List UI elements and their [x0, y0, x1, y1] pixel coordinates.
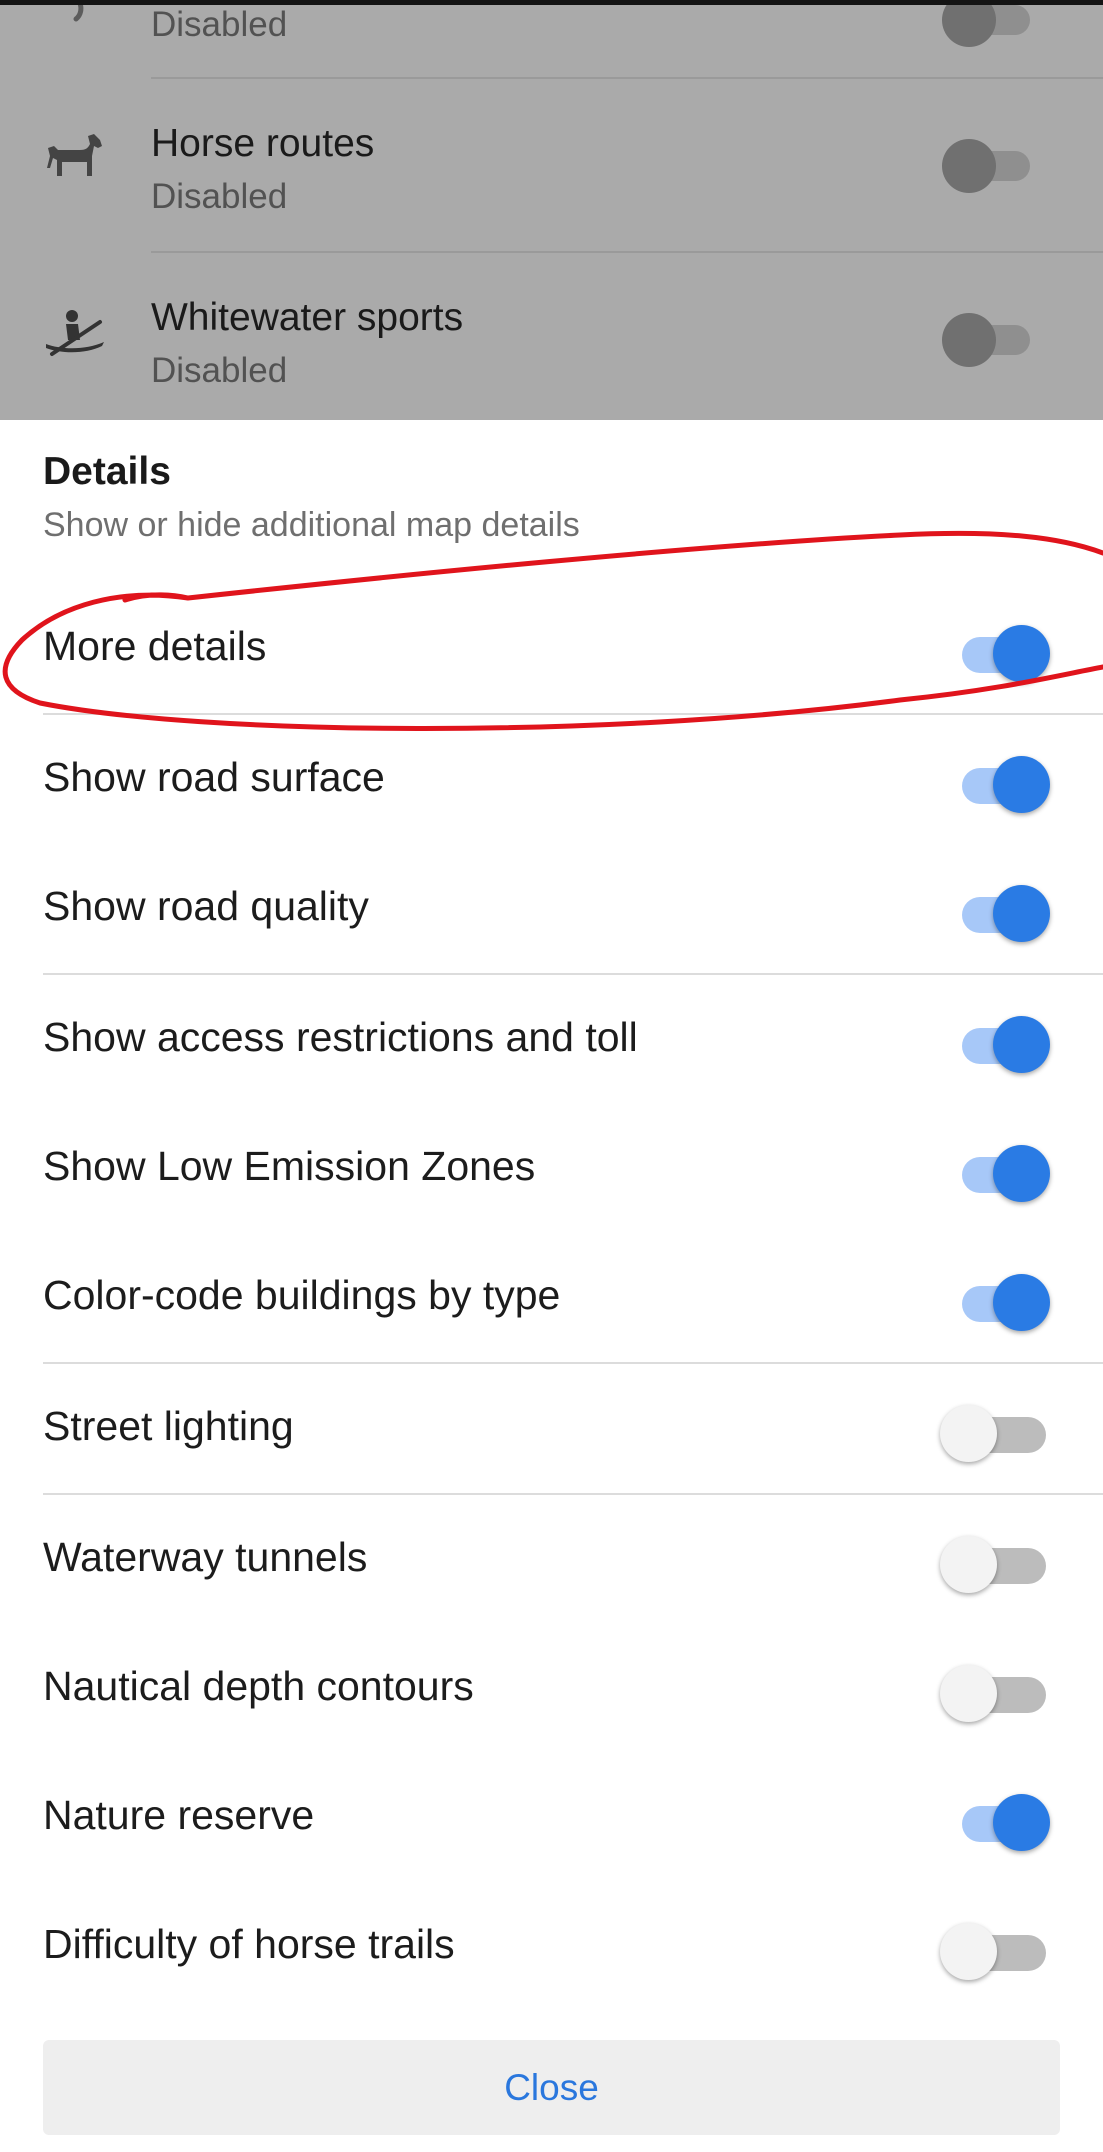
setting-row-color-code-buildings[interactable]: Color-code buildings by type — [0, 1233, 1103, 1362]
details-bottom-sheet: Details Show or hide additional map deta… — [0, 420, 1103, 2152]
setting-label: Nature reserve — [43, 1792, 315, 1838]
toggle-switch[interactable] — [940, 1654, 1055, 1724]
toggle-thumb — [942, 313, 996, 367]
toggle-thumb — [940, 1923, 997, 1980]
setting-row-access-restrictions[interactable]: Show access restrictions and toll — [0, 975, 1103, 1104]
close-button-label: Close — [504, 2066, 599, 2108]
setting-row-more-details[interactable]: More details — [0, 584, 1103, 713]
setting-row-road-surface[interactable]: Show road surface — [0, 715, 1103, 844]
sheet-subtitle: Show or hide additional map details — [43, 506, 580, 544]
toggle-switch[interactable] — [942, 5, 1032, 47]
toggle-switch[interactable] — [940, 614, 1055, 684]
toggle-switch[interactable] — [940, 874, 1055, 944]
toggle-thumb — [993, 885, 1050, 942]
setting-label: Color-code buildings by type — [43, 1272, 561, 1318]
setting-label: Show road quality — [43, 883, 369, 929]
setting-label: More details — [43, 623, 267, 669]
toggle-switch[interactable] — [940, 745, 1055, 815]
list-item-whitewater-sports[interactable]: Whitewater sports Disabled — [0, 253, 1103, 420]
toggle-thumb — [940, 1405, 997, 1462]
setting-row-nature-reserve[interactable]: Nature reserve — [0, 1753, 1103, 1882]
list-item-status: Disabled — [151, 351, 288, 390]
toggle-switch[interactable] — [940, 1005, 1055, 1075]
toggle-thumb — [993, 1145, 1050, 1202]
toggle-switch[interactable] — [940, 1394, 1055, 1464]
close-button[interactable]: Close — [43, 2040, 1060, 2135]
toggle-thumb — [993, 625, 1050, 682]
list-item-status: Disabled — [151, 177, 288, 216]
dimmed-settings-list: Disabled Horse routes Disabled Whitewate… — [0, 5, 1103, 420]
toggle-thumb — [993, 756, 1050, 813]
toggle-switch[interactable] — [940, 1263, 1055, 1333]
list-item-partial[interactable]: Disabled — [0, 5, 1103, 50]
toggle-thumb — [993, 1016, 1050, 1073]
setting-row-horse-trail-difficulty[interactable]: Difficulty of horse trails — [0, 1882, 1103, 2011]
toggle-switch[interactable] — [940, 1912, 1055, 1982]
toggle-thumb — [940, 1665, 997, 1722]
toggle-switch[interactable] — [940, 1525, 1055, 1595]
toggle-thumb — [942, 139, 996, 193]
setting-row-waterway-tunnels[interactable]: Waterway tunnels — [0, 1495, 1103, 1624]
toggle-switch[interactable] — [942, 131, 1032, 193]
setting-label: Waterway tunnels — [43, 1534, 368, 1580]
toggle-switch[interactable] — [940, 1783, 1055, 1853]
list-item-horse-routes[interactable]: Horse routes Disabled — [0, 79, 1103, 249]
setting-row-low-emission-zones[interactable]: Show Low Emission Zones — [0, 1104, 1103, 1233]
toggle-thumb — [942, 5, 996, 47]
toggle-switch[interactable] — [940, 1134, 1055, 1204]
setting-label: Show Low Emission Zones — [43, 1143, 536, 1189]
setting-row-road-quality[interactable]: Show road quality — [0, 844, 1103, 973]
setting-label: Street lighting — [43, 1403, 294, 1449]
moon-icon — [73, 5, 84, 22]
setting-label: Show access restrictions and toll — [43, 1014, 638, 1060]
setting-label: Nautical depth contours — [43, 1663, 474, 1709]
setting-label: Show road surface — [43, 754, 385, 800]
sheet-title: Details — [43, 450, 171, 493]
setting-label: Difficulty of horse trails — [43, 1921, 455, 1967]
list-item-title: Whitewater sports — [151, 296, 464, 339]
toggle-thumb — [993, 1274, 1050, 1331]
list-item-status: Disabled — [151, 5, 288, 44]
toggle-switch[interactable] — [942, 305, 1032, 367]
toggle-thumb — [940, 1536, 997, 1593]
list-item-title: Horse routes — [151, 122, 375, 165]
toggle-thumb — [993, 1794, 1050, 1851]
horse-icon — [47, 134, 102, 176]
setting-row-street-lighting[interactable]: Street lighting — [0, 1364, 1103, 1493]
kayak-icon — [46, 310, 104, 356]
setting-row-nautical-depth[interactable]: Nautical depth contours — [0, 1624, 1103, 1753]
